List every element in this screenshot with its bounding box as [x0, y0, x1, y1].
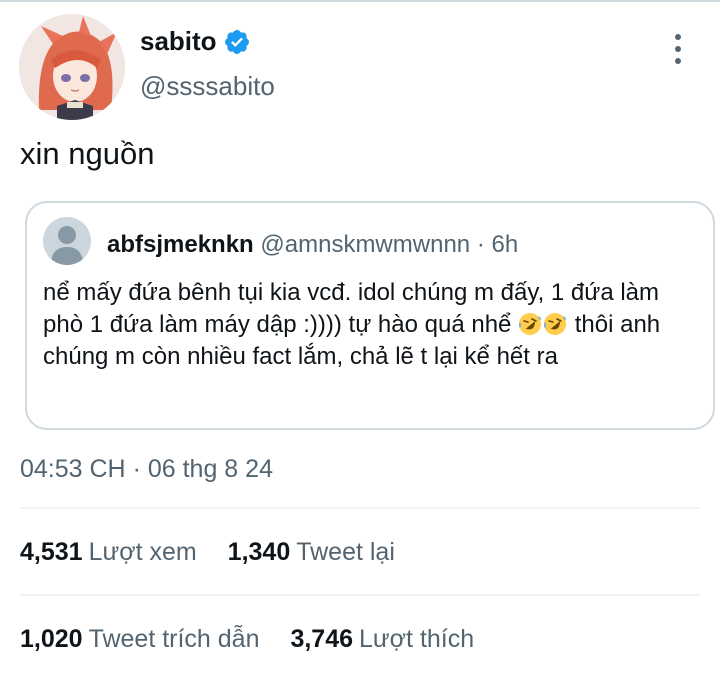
- views-label: Lượt xem: [88, 538, 197, 566]
- meta-separator: ·: [132, 455, 141, 483]
- rofl-emoji-icon: [519, 313, 542, 335]
- dot: [675, 34, 681, 40]
- quotes-stat[interactable]: 1,020 Tweet trích dẫn: [20, 625, 260, 654]
- quotes-label: Tweet trích dẫn: [88, 625, 260, 653]
- verified-badge-icon: [224, 29, 249, 54]
- quotes-count: 1,020: [20, 625, 83, 653]
- likes-stat[interactable]: 3,746 Lượt thích: [290, 625, 474, 654]
- tweet-time[interactable]: 04:53 CH: [20, 455, 126, 483]
- default-avatar-icon[interactable]: [43, 217, 91, 265]
- views-count: 4,531: [20, 538, 83, 566]
- quoted-header: abfsjmeknkn @amnskmwmwnnn · 6h: [107, 231, 518, 259]
- retweets-stat[interactable]: 1,340 Tweet lại: [228, 538, 395, 567]
- tweet-meta: 04:53 CH · 06 thg 8 24: [20, 455, 273, 484]
- stats-row-2: 1,020 Tweet trích dẫn 3,746 Lượt thích: [20, 625, 498, 654]
- dot: [675, 46, 681, 52]
- stats-row-1: 4,531 Lượt xem 1,340 Tweet lại: [20, 538, 419, 567]
- more-options-icon[interactable]: [668, 34, 688, 64]
- retweets-count: 1,340: [227, 538, 291, 566]
- author-handle[interactable]: @ssssabito: [140, 71, 275, 102]
- quoted-author-handle[interactable]: @amnskmwmwnnn: [260, 231, 470, 258]
- divider: [20, 507, 700, 509]
- quoted-tweet-card[interactable]: abfsjmeknkn @amnskmwmwnnn · 6h nể mấy đứ…: [25, 201, 715, 430]
- dot: [675, 58, 681, 64]
- quoted-author-name[interactable]: abfsjmeknkn: [107, 231, 254, 258]
- author-name-row[interactable]: sabito: [140, 26, 251, 57]
- default-avatar-silhouette: [43, 217, 91, 265]
- rofl-emoji-icon: [544, 313, 567, 335]
- tweet-date[interactable]: 06 thg 8 24: [148, 455, 273, 483]
- quoted-separator: ·: [476, 231, 485, 258]
- likes-count: 3,746: [290, 625, 354, 653]
- retweets-label: Tweet lại: [296, 538, 395, 566]
- author-name[interactable]: sabito: [140, 26, 217, 57]
- views-stat[interactable]: 4,531 Lượt xem: [20, 538, 197, 567]
- top-divider: [0, 0, 720, 2]
- quoted-time[interactable]: 6h: [491, 231, 518, 258]
- quoted-text: nể mấy đứa bênh tụi kia vcđ. idol chúng …: [43, 277, 683, 373]
- divider: [20, 594, 700, 596]
- author-avatar[interactable]: [19, 14, 125, 120]
- avatar-illustration: [19, 14, 125, 120]
- likes-label: Lượt thích: [359, 625, 475, 653]
- tweet-text: xin nguồn: [20, 136, 155, 171]
